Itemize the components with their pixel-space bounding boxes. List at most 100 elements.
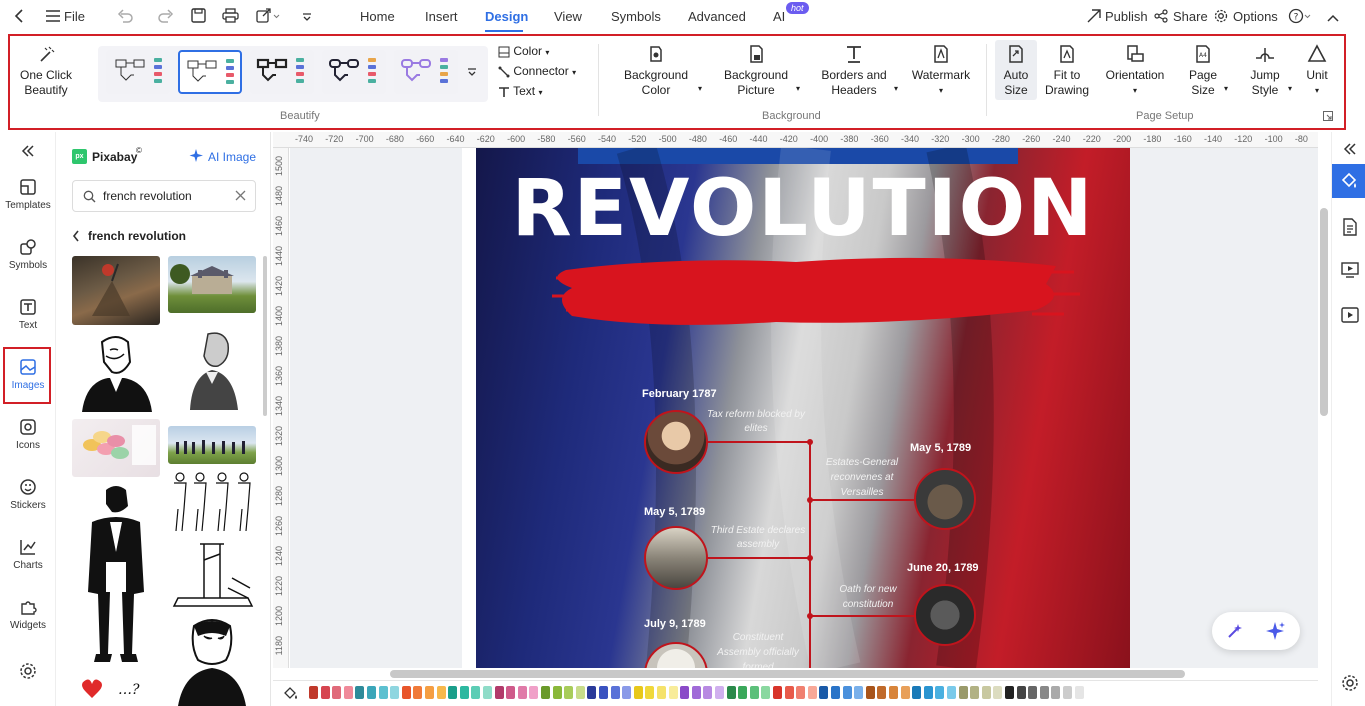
hamburger-menu-icon[interactable] [46,10,60,25]
color-swatch[interactable] [541,686,550,699]
options-button[interactable]: Options [1233,9,1278,24]
redo-icon[interactable] [158,9,174,26]
tab-view[interactable]: View [554,9,582,24]
rail-templates[interactable]: Templates [0,178,56,211]
color-swatch[interactable] [645,686,655,699]
jump-style-button[interactable]: Jump Style [1242,44,1288,98]
ai-sparkle-icon[interactable] [189,148,205,167]
more-chevron-icon[interactable] [302,11,312,25]
color-swatch[interactable] [1051,686,1061,699]
color-swatch[interactable] [703,686,713,699]
image-thumb-chateau[interactable] [168,256,256,313]
color-swatch[interactable] [483,686,492,699]
color-swatch[interactable] [749,686,759,699]
unit-button[interactable]: Unit ▾ [1300,44,1334,98]
borders-and-headers-button[interactable]: Borders and Headers [814,44,894,98]
rail-stickers[interactable]: Stickers [0,478,56,511]
color-swatch[interactable] [343,686,353,699]
color-swatch[interactable] [633,686,643,699]
color-swatch[interactable] [355,686,365,699]
color-swatch[interactable] [912,686,922,699]
theme-option-4[interactable] [322,50,386,94]
image-thumb-liberty-painting[interactable] [72,256,160,325]
color-swatch[interactable] [1063,686,1072,699]
color-swatch[interactable] [773,686,782,699]
right-settings-gear-icon[interactable] [1341,674,1359,695]
fill-bucket-icon[interactable] [283,686,301,703]
color-swatch[interactable] [970,686,980,699]
color-swatch[interactable] [622,686,632,699]
color-swatch[interactable] [471,686,481,699]
color-swatch[interactable] [761,686,771,699]
color-swatch[interactable] [610,686,620,699]
color-swatch[interactable] [981,686,991,699]
background-color-caret-icon[interactable]: ▾ [698,84,702,93]
fit-to-drawing-button[interactable]: Fit to Drawing [1040,44,1094,98]
undo-icon[interactable] [117,9,133,26]
image-thumb-napoleon-sketch[interactable] [72,332,160,412]
pixabay-source-label[interactable]: Pixabay [92,150,137,164]
presentation-icon[interactable] [1341,262,1359,281]
color-swatch[interactable] [958,686,968,699]
share-icon[interactable] [1154,9,1168,26]
color-swatch[interactable] [784,686,794,699]
color-swatch[interactable] [668,686,678,699]
search-input[interactable] [103,188,228,204]
ai-brush-icon[interactable] [1226,622,1244,643]
orientation-button[interactable]: Orientation ▾ [1100,44,1170,98]
color-swatch[interactable] [877,686,887,699]
color-swatch[interactable] [575,686,585,699]
rail-symbols[interactable]: Symbols [0,238,56,271]
image-thumb-soldiers-field[interactable] [168,426,256,464]
slideshow-play-icon[interactable] [1341,307,1359,326]
color-swatch[interactable] [738,686,748,699]
panel-scrollbar[interactable] [263,256,267,416]
color-swatch[interactable] [819,686,829,699]
collapse-panel-button[interactable] [0,144,56,162]
ai-image-button[interactable]: AI Image [208,150,256,164]
borders-caret-icon[interactable]: ▾ [894,84,898,93]
image-thumb-portrait-sketch[interactable] [168,326,256,410]
one-click-beautify-button[interactable]: One Click Beautify [14,44,78,98]
page-properties-icon[interactable] [1342,218,1358,239]
rail-text[interactable]: Text [0,298,56,331]
color-swatch[interactable] [1005,686,1014,699]
export-icon[interactable] [256,8,280,26]
image-thumb-guillotine[interactable] [168,540,256,612]
theme-option-1[interactable] [106,50,170,94]
color-swatch[interactable] [529,686,539,699]
color-swatch[interactable] [1039,686,1049,699]
event-photo-tennis-oath[interactable] [914,584,976,646]
color-swatch[interactable] [935,686,945,699]
event-photo-estates-general[interactable] [914,468,976,530]
rail-settings[interactable] [0,662,56,684]
color-swatch[interactable] [564,686,574,699]
color-swatch[interactable] [390,686,400,699]
publish-icon[interactable] [1087,9,1101,26]
tab-symbols[interactable]: Symbols [611,9,661,24]
page-size-caret-icon[interactable]: ▾ [1224,84,1228,93]
color-swatch[interactable] [309,686,318,699]
color-swatch[interactable] [657,686,666,699]
gear-icon[interactable] [1214,9,1228,26]
color-swatch[interactable] [587,686,597,699]
image-thumb-napoleon-standing[interactable] [72,482,160,664]
file-menu[interactable]: File [64,9,85,24]
clear-search-icon[interactable] [235,190,246,204]
image-thumb-uniform-figures[interactable] [168,469,256,535]
color-swatch[interactable] [923,686,933,699]
print-icon[interactable] [222,8,239,26]
breadcrumb-back-icon[interactable] [72,230,80,245]
tab-home[interactable]: Home [360,9,395,24]
color-swatch[interactable] [436,686,446,699]
color-swatch[interactable] [842,686,852,699]
color-swatch[interactable] [1016,686,1026,699]
color-swatch[interactable] [993,686,1003,699]
color-swatch[interactable] [599,686,608,699]
theme-option-2[interactable] [178,50,242,94]
tab-insert[interactable]: Insert [425,9,458,24]
color-swatch[interactable] [459,686,469,699]
color-swatch[interactable] [889,686,898,699]
tab-ai[interactable]: AI [773,9,785,24]
text-dropdown[interactable]: Text ▾ [498,84,543,98]
